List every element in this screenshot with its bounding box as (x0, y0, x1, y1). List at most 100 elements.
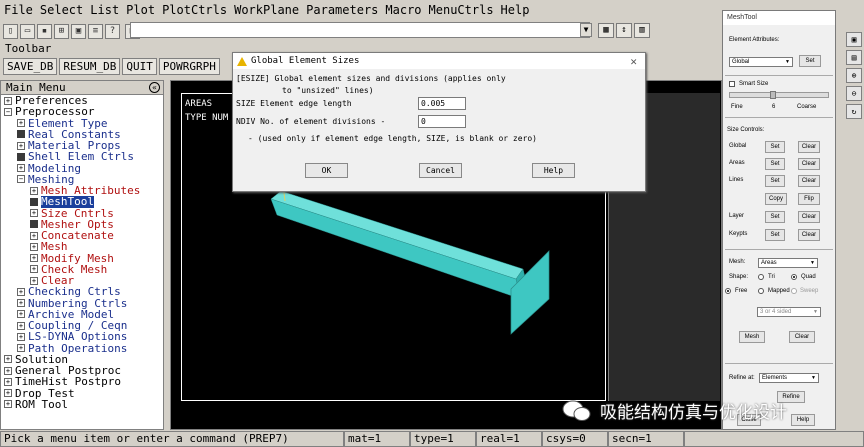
tri-radio[interactable] (758, 274, 764, 280)
refine-at-select[interactable]: Elements ▼ (759, 373, 819, 383)
raise-hidden-icon[interactable]: ▦ (598, 23, 614, 38)
menu-tree-item[interactable]: Shell Elem Ctrls (1, 150, 163, 164)
right-view-toolbar: ▣ ▤ ⊕ ⊖ ↻ (838, 30, 864, 330)
size-row-set-button[interactable]: Set (765, 141, 785, 153)
menu-tree-item[interactable]: MeshTool (1, 196, 163, 208)
size-row-set-button[interactable]: Set (765, 211, 785, 223)
command-input[interactable] (130, 22, 590, 38)
menu-tree-item[interactable]: + TimeHist Postpro (1, 376, 163, 388)
menu-file[interactable]: File (4, 3, 33, 17)
help-button[interactable]: Help (532, 163, 575, 178)
size-row-label: Keypts (729, 231, 748, 237)
image-capture-icon[interactable]: ▣ (71, 23, 86, 39)
view-front-icon[interactable]: ▤ (846, 50, 862, 65)
report-icon[interactable]: ≡ (88, 23, 103, 39)
menu-plotctrls[interactable]: PlotCtrls (162, 3, 227, 17)
command-block-icon (17, 152, 25, 161)
size-controls-label: Size Controls: (727, 127, 765, 133)
element-attributes-select[interactable]: Global ▼ (729, 57, 793, 67)
menu-tree-item[interactable]: + ROM Tool (1, 398, 163, 410)
new-file-icon[interactable]: ▯ (3, 23, 18, 39)
expand-icon: + (30, 265, 38, 274)
free-radio[interactable] (725, 288, 731, 294)
powrgrph-button[interactable]: POWRGRPH (158, 58, 220, 75)
separator (725, 363, 833, 364)
expand-icon: + (4, 96, 12, 105)
menu-menuctrls[interactable]: MenuCtrls (429, 3, 494, 17)
separator (725, 117, 833, 118)
save-db-button[interactable]: SAVE_DB (3, 58, 58, 75)
pan-zoom-icon[interactable]: ⊞ (54, 23, 69, 39)
open-file-icon[interactable]: ▭ (20, 23, 35, 39)
menu-tree-item[interactable]: + Modeling (1, 162, 163, 174)
expand-icon: + (30, 209, 38, 218)
collapse-icon[interactable]: « (149, 82, 160, 93)
smart-size-checkbox[interactable] (729, 81, 735, 87)
wechat-icon (562, 400, 591, 421)
menu-tree-item[interactable]: + Checking Ctrls (1, 286, 163, 298)
contact-manager-icon[interactable]: ▥ (634, 23, 650, 38)
menu-tree-item[interactable]: + Mesh (1, 241, 163, 253)
quad-radio[interactable] (791, 274, 797, 280)
clear-mesh-button[interactable]: Clear (789, 331, 815, 343)
ok-button[interactable]: OK (305, 163, 348, 178)
meshtool-help-button[interactable]: Help (791, 414, 815, 426)
ndiv-label: NDIV No. of element divisions - (236, 117, 386, 126)
ndiv-input[interactable]: 0 (418, 115, 466, 128)
size-row-set-button[interactable]: Set (765, 229, 785, 241)
resum-db-button[interactable]: RESUM_DB (59, 58, 121, 75)
cancel-button[interactable]: Cancel (419, 163, 462, 178)
menu-parameters[interactable]: Parameters (306, 3, 378, 17)
size-row-clear-button[interactable]: Clear (798, 211, 820, 223)
menu-tree-item[interactable]: + Check Mesh (1, 263, 163, 275)
menu-plot[interactable]: Plot (126, 3, 155, 17)
status-real: real=1 (476, 431, 542, 447)
size-row-clear-button[interactable]: Clear (798, 229, 820, 241)
slider-thumb[interactable] (770, 91, 776, 99)
zoom-in-icon[interactable]: ⊕ (846, 68, 862, 83)
size-row-clear-button[interactable]: Clear (798, 158, 820, 170)
menu-tree-label: Preprocessor (15, 105, 95, 119)
tri-label: Tri (768, 274, 775, 280)
mesh-select[interactable]: Areas ▼ (758, 258, 818, 268)
size-input[interactable]: 0.005 (418, 97, 466, 110)
save-icon[interactable]: ▪ (37, 23, 52, 39)
view-iso-icon[interactable]: ▣ (846, 32, 862, 47)
smart-size-slider[interactable] (729, 91, 829, 99)
dropdown-arrow-icon: ▼ (785, 59, 790, 65)
menu-select[interactable]: Select (40, 3, 83, 17)
attr-set-button[interactable]: Set (799, 55, 821, 67)
copy-button[interactable]: Copy (765, 193, 787, 205)
menu-help[interactable]: Help (501, 3, 530, 17)
close-icon[interactable]: ✕ (630, 55, 637, 68)
menu-workplane[interactable]: WorkPlane (234, 3, 299, 17)
menu-tree-label: Shell Elem Ctrls (28, 150, 134, 164)
size-row-set-button[interactable]: Set (765, 175, 785, 187)
zoom-out-icon[interactable]: ⊖ (846, 86, 862, 101)
menu-list[interactable]: List (90, 3, 119, 17)
quit-button[interactable]: QUIT (122, 58, 157, 75)
mapped-radio[interactable] (758, 288, 764, 294)
menu-macro[interactable]: Macro (385, 3, 421, 17)
rotate-icon[interactable]: ↻ (846, 104, 862, 119)
command-dropdown-icon[interactable]: ▼ (580, 23, 592, 37)
menu-tree-item[interactable]: − Preprocessor (1, 105, 163, 119)
expand-icon: + (4, 377, 12, 386)
main-menu-title: Main Menu « (1, 81, 163, 95)
mesh-button[interactable]: Mesh (739, 331, 765, 343)
size-row-clear-button[interactable]: Clear (798, 175, 820, 187)
shape-label: Shape: (729, 274, 749, 280)
expand-icon: + (17, 332, 25, 341)
menu-tree-item[interactable]: + Concatenate (1, 230, 163, 241)
size-row-clear-button[interactable]: Clear (798, 141, 820, 153)
dialog-desc-line1: [ESIZE] Global element sizes and divisio… (236, 74, 506, 83)
help-icon[interactable]: ? (105, 23, 120, 39)
flip-button[interactable]: Flip (798, 193, 820, 205)
menu-tree-item[interactable]: + LS-DYNA Options (1, 331, 163, 343)
dialog-titlebar: Global Element Sizes ✕ (233, 53, 645, 69)
expand-icon: + (17, 299, 25, 308)
size-row-set-button[interactable]: Set (765, 158, 785, 170)
reset-picking-icon[interactable]: ↕ (616, 23, 632, 38)
fine-label: Fine (731, 104, 743, 110)
expand-icon: + (4, 355, 12, 364)
